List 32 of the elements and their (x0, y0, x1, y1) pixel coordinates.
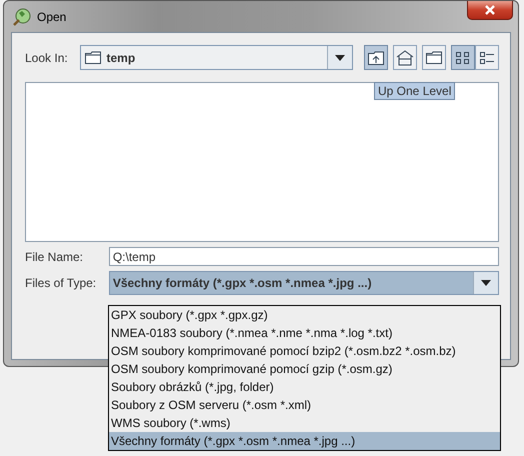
up-folder-button[interactable] (364, 45, 388, 70)
look-in-label: Look In: (25, 50, 69, 64)
close-icon (484, 5, 496, 15)
dropdown-option[interactable]: GPX soubory (*.gpx *.gpx.gz) (109, 306, 500, 324)
tooltip: Up One Level (374, 82, 456, 100)
folder-icon (426, 51, 442, 64)
folder-icon (84, 51, 100, 64)
look-in-dropdown[interactable]: temp (80, 45, 353, 70)
window-title: Open (37, 10, 66, 24)
list-icon (479, 50, 495, 66)
file-name-field[interactable]: Q:\temp (108, 247, 499, 266)
close-button[interactable] (467, 1, 513, 20)
files-of-type-dropdown[interactable]: Všechny formáty (*.gpx *.osm *.nmea *.jpg ...) (108, 271, 499, 295)
grid-icon (455, 50, 471, 66)
home-icon (396, 50, 414, 66)
folder-up-arrow-icon (368, 50, 384, 64)
list-view-button[interactable] (451, 45, 475, 70)
file-name-label: File Name: (25, 250, 84, 264)
home-button[interactable] (393, 45, 417, 70)
new-folder-button[interactable] (422, 45, 446, 70)
file-list[interactable] (25, 82, 499, 242)
dropdown-option[interactable]: Všechny formáty (*.gpx *.osm *.nmea *.jpg ...) (109, 432, 500, 450)
dropdown-option[interactable]: OSM soubory komprimované pomocí gzip (*.osm.gz) (109, 360, 500, 378)
dropdown-option[interactable]: WMS soubory (*.wms) (109, 414, 500, 432)
dropdown-option[interactable]: Soubory obrázků (*.jpg, folder) (109, 378, 500, 396)
dropdown-option[interactable]: NMEA-0183 soubory (*.nmea *.nme *.nma *.log *.txt) (109, 324, 500, 342)
dropdown-option[interactable]: Soubory z OSM serveru (*.osm *.xml) (109, 396, 500, 414)
dropdown-option[interactable]: OSM soubory komprimované pomocí bzip2 (*.osm.bz2 *.osm.bz) (109, 342, 500, 360)
details-view-button[interactable] (475, 45, 499, 70)
caret-icon (481, 280, 491, 286)
files-of-type-label: Files of Type: (25, 276, 98, 290)
caret-icon (335, 54, 345, 60)
